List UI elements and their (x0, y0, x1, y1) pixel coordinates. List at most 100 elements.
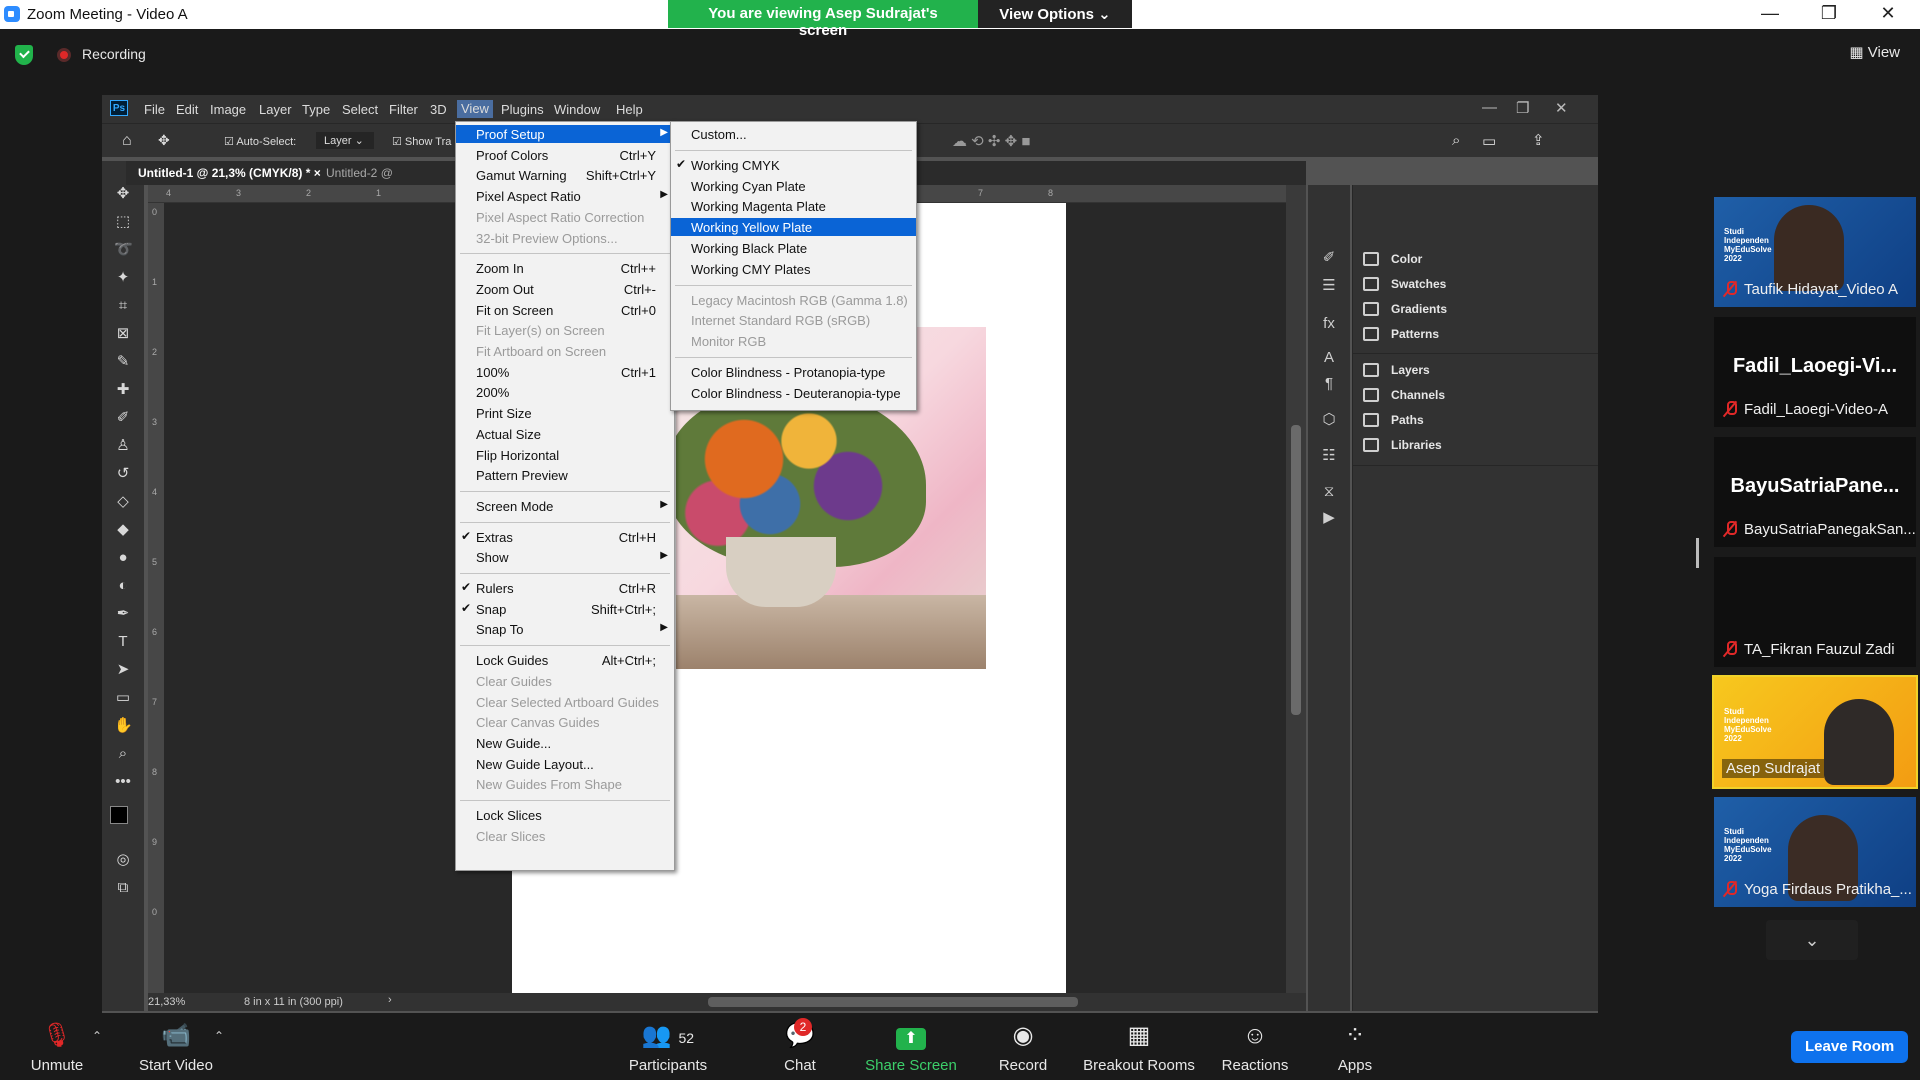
chevron-right-icon[interactable]: › (388, 994, 392, 1006)
horizontal-scroll-thumb[interactable] (708, 997, 1078, 1007)
restore-button[interactable]: ❐ (1809, 3, 1849, 24)
show-transform-checkbox[interactable]: ☑ Show Tra (392, 135, 451, 148)
ps-menu-filter[interactable]: Filter (389, 102, 418, 117)
fx-icon[interactable]: fx (1320, 315, 1338, 333)
close-button[interactable]: ✕ (1868, 3, 1908, 24)
3d-cube-icon[interactable]: ⬡ (1320, 411, 1338, 429)
panel-color[interactable]: Color (1363, 251, 1583, 273)
zoom-tool-icon[interactable]: ⌕ (114, 745, 132, 763)
participant-tile[interactable]: BayuSatriaPane... BayuSatriaPanegakSan..… (1714, 437, 1916, 547)
shield-icon[interactable] (15, 45, 33, 65)
menu-item-color-blindness-deuteranopia-type[interactable]: Color Blindness - Deuteranopia-type (671, 384, 916, 402)
dodge-tool-icon[interactable]: ◐ (114, 577, 132, 595)
ps-menu-layer[interactable]: Layer (259, 102, 292, 117)
ps-menu-type[interactable]: Type (302, 102, 330, 117)
menu-item-pixel-aspect-ratio[interactable]: Pixel Aspect Ratio ▶ (456, 187, 674, 205)
healing-brush-icon[interactable]: ✚ (114, 381, 132, 399)
tab-untitled-2[interactable]: Untitled-2 @ (326, 166, 393, 180)
marquee-tool-icon[interactable]: ⬚ (114, 213, 132, 231)
foreground-color-swatch[interactable] (110, 806, 128, 824)
menu-item-zoom-in[interactable]: Zoom In Ctrl++ (456, 259, 674, 277)
menu-item-snap-to[interactable]: Snap To ▶ (456, 620, 674, 638)
adjustments-icon[interactable]: ☷ (1320, 447, 1338, 465)
layer-select[interactable]: Layer ⌄ (316, 132, 374, 149)
tab-untitled-1[interactable]: Untitled-1 @ 21,3% (CMYK/8) * × (138, 166, 321, 180)
ps-menu-edit[interactable]: Edit (176, 102, 198, 117)
participant-tile[interactable]: Fadil_Laoegi-Vi... Fadil_Laoegi-Video-A (1714, 317, 1916, 427)
path-select-icon[interactable]: ➤ (114, 661, 132, 679)
ps-menu-image[interactable]: Image (210, 102, 246, 117)
play-icon[interactable]: ▶ (1320, 509, 1338, 527)
character-icon[interactable]: A (1320, 349, 1338, 367)
home-icon[interactable]: ⌂ (122, 132, 132, 150)
view-options-button[interactable]: View Options ⌄ (978, 0, 1132, 28)
panel-libraries[interactable]: Libraries (1363, 437, 1583, 459)
leave-room-button[interactable]: Leave Room (1791, 1031, 1909, 1063)
unmute-button[interactable]: 🎙 Unmute (22, 1015, 92, 1080)
menu-item-screen-mode[interactable]: Screen Mode ▶ (456, 497, 674, 515)
panel-swatches[interactable]: Swatches (1363, 276, 1583, 298)
participant-tile[interactable]: Studi Independen MyEduSolve 2022 Taufik … (1714, 197, 1916, 307)
ps-menu-plugins[interactable]: Plugins (501, 102, 544, 117)
chat-button[interactable]: 💬 2 Chat (768, 1015, 832, 1080)
more-tools-icon[interactable]: ••• (114, 773, 132, 791)
next-page-button[interactable]: ⌄ (1766, 920, 1858, 960)
auto-select-checkbox[interactable]: ☑ Auto-Select: (224, 135, 296, 148)
menu-item-actual-size[interactable]: Actual Size (456, 425, 674, 443)
panel-channels[interactable]: Channels (1363, 387, 1583, 409)
workspace-icon[interactable]: ▭ (1482, 132, 1496, 150)
menu-item-pattern-preview[interactable]: Pattern Preview (456, 466, 674, 484)
doc-info[interactable]: 8 in x 11 in (300 ppi) (244, 996, 343, 1008)
menu-item-working-cyan-plate[interactable]: Working Cyan Plate (671, 177, 916, 195)
ps-minimize-icon[interactable]: — (1482, 99, 1497, 116)
properties-icon[interactable]: ☰ (1320, 277, 1338, 295)
participant-tile-active-speaker[interactable]: Studi Independen MyEduSolve 2022 Asep Su… (1712, 675, 1918, 789)
start-video-button[interactable]: 📹 Start Video (130, 1015, 222, 1080)
minimize-button[interactable]: — (1750, 3, 1790, 24)
menu-item-rulers[interactable]: ✔ Rulers Ctrl+R (456, 579, 674, 597)
menu-item-extras[interactable]: ✔ Extras Ctrl+H (456, 528, 674, 546)
brush-tool-icon[interactable]: ✐ (114, 409, 132, 427)
participant-tile[interactable]: Studi Independen MyEduSolve 2022 Yoga Fi… (1714, 797, 1916, 907)
panel-gradients[interactable]: Gradients (1363, 301, 1583, 323)
menu-item-proof-colors[interactable]: Proof Colors Ctrl+Y (456, 146, 674, 164)
history-icon[interactable]: ⧖ (1320, 483, 1338, 501)
menu-item-print-size[interactable]: Print Size (456, 404, 674, 422)
screen-mode-icon[interactable]: ⧉ (114, 879, 132, 897)
rectangle-tool-icon[interactable]: ▭ (114, 689, 132, 707)
menu-item-working-magenta-plate[interactable]: Working Magenta Plate (671, 197, 916, 215)
zoom-level[interactable]: 21,33% (148, 996, 185, 1008)
menu-item-new-guide-layout[interactable]: New Guide Layout... (456, 755, 674, 773)
record-button[interactable]: ◉ Record (990, 1015, 1056, 1080)
ps-menu-view[interactable]: View (457, 100, 493, 118)
move-tool-icon[interactable]: ✥ (114, 185, 132, 203)
panel-layers[interactable]: Layers (1363, 362, 1583, 384)
ps-close-icon[interactable]: ✕ (1555, 99, 1568, 117)
stamp-tool-icon[interactable]: ♙ (114, 437, 132, 455)
reactions-button[interactable]: ☺ Reactions (1216, 1015, 1294, 1080)
panel-resize-handle[interactable] (1696, 538, 1699, 568)
menu-item-custom[interactable]: Custom... (671, 125, 916, 143)
eraser-icon[interactable]: ◇ (114, 493, 132, 511)
ps-menu-help[interactable]: Help (616, 102, 643, 117)
menu-item-working-black-plate[interactable]: Working Black Plate (671, 239, 916, 257)
search-icon[interactable]: ⌕ (1452, 132, 1460, 149)
video-options-chevron-icon[interactable]: ⌃ (214, 1029, 224, 1043)
menu-item-working-yellow-plate[interactable]: Working Yellow Plate (671, 218, 916, 237)
magic-wand-icon[interactable]: ✦ (114, 269, 132, 287)
menu-item-working-cmyk[interactable]: ✔ Working CMYK (671, 156, 916, 174)
participants-button[interactable]: 👥 52 Participants (620, 1015, 716, 1080)
panel-paths[interactable]: Paths (1363, 412, 1583, 434)
menu-item-color-blindness-protanopia-type[interactable]: Color Blindness - Protanopia-type (671, 363, 916, 381)
ps-menu-3d[interactable]: 3D (430, 102, 447, 117)
audio-options-chevron-icon[interactable]: ⌃ (92, 1029, 102, 1043)
ps-vertical-scrollbar[interactable] (1286, 185, 1306, 993)
ps-menu-select[interactable]: Select (342, 102, 378, 117)
menu-item-lock-slices[interactable]: Lock Slices (456, 806, 674, 824)
menu-item-proof-setup[interactable]: Proof Setup ▶ (456, 125, 674, 143)
blur-tool-icon[interactable]: ● (114, 549, 132, 567)
ps-restore-icon[interactable]: ❐ (1516, 99, 1529, 117)
eyedropper-icon[interactable]: ✎ (114, 353, 132, 371)
menu-item-zoom-out[interactable]: Zoom Out Ctrl+- (456, 280, 674, 298)
menu-item-fit-on-screen[interactable]: Fit on Screen Ctrl+0 (456, 301, 674, 319)
